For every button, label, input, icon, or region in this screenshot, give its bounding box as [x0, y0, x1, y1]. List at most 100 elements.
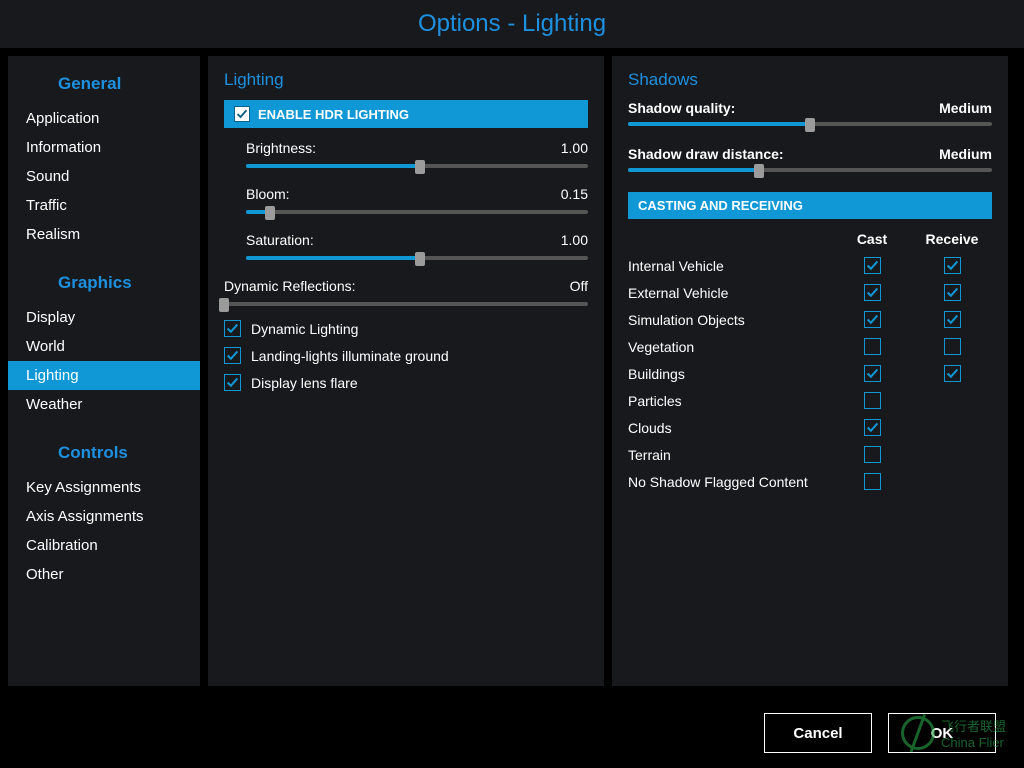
- cast-checkbox[interactable]: [864, 419, 881, 436]
- lens-flare-label: Display lens flare: [251, 375, 358, 391]
- shadows-panel: Shadows Shadow quality:Medium Shadow dra…: [612, 56, 1008, 686]
- lighting-panel: Lighting ENABLE HDR LIGHTING Brightness:…: [208, 56, 604, 686]
- cast-checkbox[interactable]: [864, 365, 881, 382]
- saturation-slider[interactable]: [246, 252, 588, 264]
- col-cast: [832, 311, 912, 328]
- sidebar-item-calibration[interactable]: Calibration: [8, 531, 200, 560]
- receive-checkbox[interactable]: [944, 338, 961, 355]
- shadow-distance-label: Shadow draw distance:: [628, 146, 784, 162]
- shadow-quality-slider[interactable]: [628, 118, 992, 130]
- page-title: Options - Lighting: [418, 10, 606, 38]
- receive-checkbox[interactable]: [944, 284, 961, 301]
- check-icon: [236, 108, 248, 120]
- check-icon: [946, 286, 959, 299]
- col-cast: [832, 365, 912, 382]
- dyn-reflections-value: Off: [570, 278, 588, 294]
- check-icon: [866, 421, 879, 434]
- sidebar-section-graphics: Graphics: [8, 267, 200, 303]
- col-receive: [912, 365, 992, 382]
- table-row: Internal Vehicle: [628, 257, 992, 274]
- col-cast: [832, 446, 912, 463]
- col-cast: [832, 419, 912, 436]
- shadow-distance-value: Medium: [939, 146, 992, 162]
- table-row: Particles: [628, 392, 992, 409]
- lens-flare-row[interactable]: Display lens flare: [224, 374, 588, 391]
- bloom-value: 0.15: [561, 186, 588, 202]
- dyn-reflections-label: Dynamic Reflections:: [224, 278, 356, 294]
- lighting-heading: Lighting: [224, 70, 588, 90]
- saturation-label: Saturation:: [246, 232, 314, 248]
- col-cast: Cast: [832, 231, 912, 247]
- sidebar-item-sound[interactable]: Sound: [8, 162, 200, 191]
- table-row: Simulation Objects: [628, 311, 992, 328]
- brightness-group: Brightness:1.00: [224, 140, 588, 172]
- bloom-slider[interactable]: [246, 206, 588, 218]
- receive-checkbox[interactable]: [944, 365, 961, 382]
- brightness-slider[interactable]: [246, 160, 588, 172]
- check-icon: [866, 313, 879, 326]
- dynamic-lighting-label: Dynamic Lighting: [251, 321, 358, 337]
- sidebar-item-display[interactable]: Display: [8, 303, 200, 332]
- table-row: Clouds: [628, 419, 992, 436]
- cast-checkbox[interactable]: [864, 446, 881, 463]
- check-icon: [866, 286, 879, 299]
- shadow-table-body: Internal Vehicle External Vehicle Simulati…: [628, 257, 992, 490]
- enable-hdr-row[interactable]: ENABLE HDR LIGHTING: [224, 100, 588, 128]
- col-cast: [832, 284, 912, 301]
- landing-lights-checkbox[interactable]: [224, 347, 241, 364]
- cast-checkbox[interactable]: [864, 311, 881, 328]
- saturation-value: 1.00: [561, 232, 588, 248]
- sidebar-item-axis-assignments[interactable]: Axis Assignments: [8, 502, 200, 531]
- col-receive: [912, 311, 992, 328]
- sidebar-item-application[interactable]: Application: [8, 104, 200, 133]
- landing-lights-row[interactable]: Landing-lights illuminate ground: [224, 347, 588, 364]
- table-row: Vegetation: [628, 338, 992, 355]
- sidebar-section-general: General: [8, 68, 200, 104]
- ok-button[interactable]: OK: [888, 713, 996, 753]
- table-row: No Shadow Flagged Content: [628, 473, 992, 490]
- row-label: External Vehicle: [628, 285, 832, 301]
- sidebar-item-information[interactable]: Information: [8, 133, 200, 162]
- check-icon: [946, 313, 959, 326]
- sidebar-item-lighting[interactable]: Lighting: [8, 361, 200, 390]
- enable-hdr-checkbox[interactable]: [234, 106, 250, 122]
- receive-checkbox[interactable]: [944, 257, 961, 274]
- dynamic-lighting-checkbox[interactable]: [224, 320, 241, 337]
- cancel-button[interactable]: Cancel: [764, 713, 872, 753]
- sidebar-item-traffic[interactable]: Traffic: [8, 191, 200, 220]
- sidebar-item-key-assignments[interactable]: Key Assignments: [8, 473, 200, 502]
- casting-receiving-header: CASTING AND RECEIVING: [628, 192, 992, 219]
- check-icon: [866, 259, 879, 272]
- row-label: Internal Vehicle: [628, 258, 832, 274]
- sidebar-item-world[interactable]: World: [8, 332, 200, 361]
- sidebar-item-weather[interactable]: Weather: [8, 390, 200, 419]
- brightness-label: Brightness:: [246, 140, 316, 156]
- sidebar-section-controls: Controls: [8, 437, 200, 473]
- col-cast: [832, 257, 912, 274]
- row-label: Buildings: [628, 366, 832, 382]
- check-icon: [946, 367, 959, 380]
- row-label: Simulation Objects: [628, 312, 832, 328]
- col-receive: [912, 338, 992, 355]
- cast-checkbox[interactable]: [864, 473, 881, 490]
- col-receive: Receive: [912, 231, 992, 247]
- col-cast: [832, 338, 912, 355]
- cast-checkbox[interactable]: [864, 257, 881, 274]
- sidebar-item-realism[interactable]: Realism: [8, 220, 200, 249]
- row-label: Vegetation: [628, 339, 832, 355]
- receive-checkbox[interactable]: [944, 311, 961, 328]
- sidebar-item-other[interactable]: Other: [8, 560, 200, 589]
- dynamic-lighting-row[interactable]: Dynamic Lighting: [224, 320, 588, 337]
- shadow-table-head: Cast Receive: [628, 231, 992, 247]
- check-icon: [226, 322, 239, 335]
- lens-flare-checkbox[interactable]: [224, 374, 241, 391]
- cast-checkbox[interactable]: [864, 284, 881, 301]
- check-icon: [226, 376, 239, 389]
- row-label: Clouds: [628, 420, 832, 436]
- cast-checkbox[interactable]: [864, 338, 881, 355]
- shadow-distance-slider[interactable]: [628, 164, 992, 176]
- dyn-reflections-slider[interactable]: [224, 298, 588, 310]
- saturation-group: Saturation: 1.00: [224, 232, 588, 264]
- cast-checkbox[interactable]: [864, 392, 881, 409]
- col-receive: [912, 257, 992, 274]
